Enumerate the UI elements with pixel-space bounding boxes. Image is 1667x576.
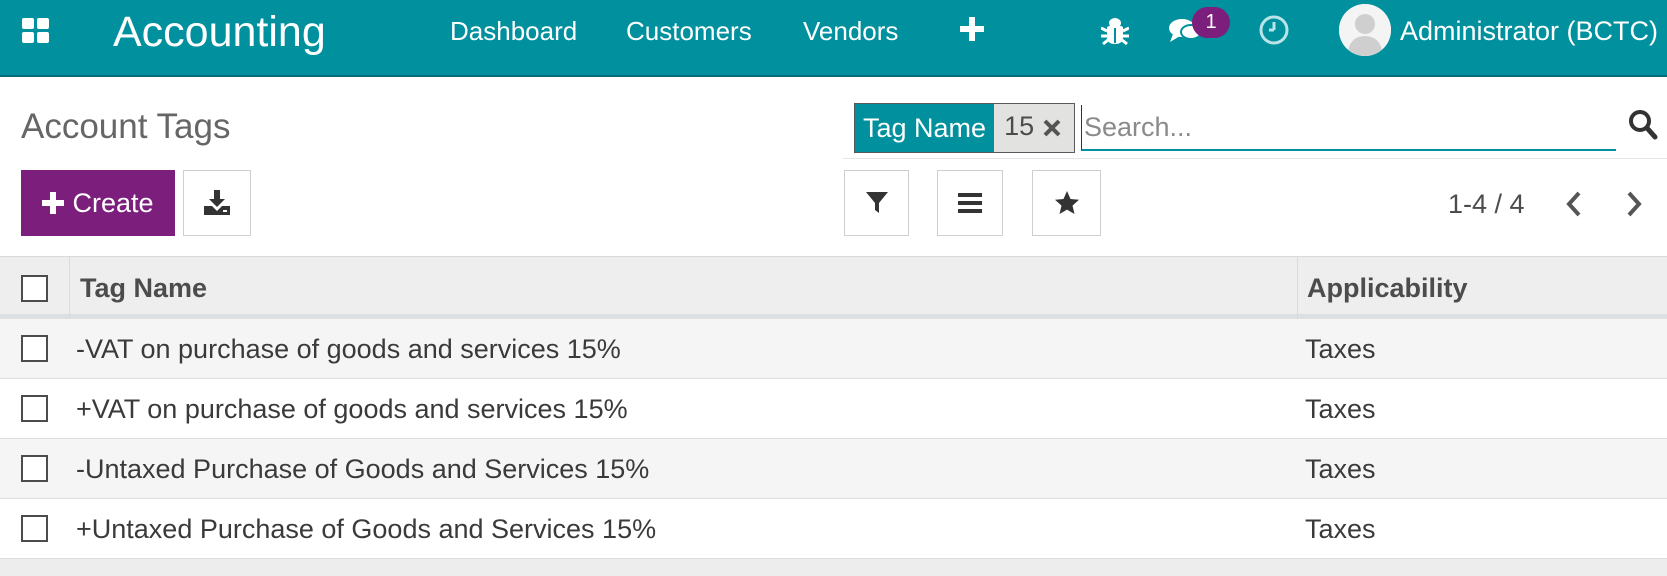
bars-icon [958, 192, 982, 214]
cell-applicability: Taxes [1305, 499, 1376, 559]
create-button-label: Create [72, 188, 153, 219]
cell-tag-name: -Untaxed Purchase of Goods and Services … [76, 439, 649, 499]
star-icon [1054, 190, 1080, 216]
cell-applicability: Taxes [1305, 439, 1376, 499]
clock-icon[interactable] [1258, 14, 1290, 46]
facet-value: 15 [994, 104, 1038, 152]
column-header-applicability[interactable]: Applicability [1307, 257, 1468, 319]
cell-tag-name: -VAT on purchase of goods and services 1… [76, 319, 621, 379]
facet-label: Tag Name [855, 104, 994, 152]
chevron-right-icon[interactable] [1620, 187, 1648, 221]
plus-icon[interactable] [960, 16, 984, 42]
cell-tag-name: +VAT on purchase of goods and services 1… [76, 379, 628, 439]
plus-icon [42, 192, 64, 214]
cell-applicability: Taxes [1305, 319, 1376, 379]
cell-tag-name: +Untaxed Purchase of Goods and Services … [76, 499, 656, 559]
download-icon [204, 190, 230, 216]
divider [843, 158, 1667, 159]
favorites-button[interactable] [1032, 170, 1101, 236]
search-facet: Tag Name 15 [854, 103, 1075, 153]
select-all-checkbox[interactable] [21, 275, 48, 302]
page-title: Account Tags [21, 105, 231, 149]
table-row[interactable]: -Untaxed Purchase of Goods and Services … [0, 439, 1667, 499]
search-icon[interactable] [1628, 109, 1658, 141]
search-input[interactable] [1081, 105, 1616, 151]
user-menu[interactable]: Administrator (BCTC) [1400, 14, 1658, 48]
pager-value[interactable]: 1-4 / 4 [1448, 187, 1525, 221]
control-panel: Account Tags Create Tag Name 15 [0, 77, 1667, 257]
messages-count-badge: 1 [1192, 7, 1230, 38]
avatar[interactable] [1339, 4, 1391, 56]
app-brand[interactable]: Accounting [113, 6, 326, 58]
chevron-left-icon[interactable] [1560, 187, 1588, 221]
row-checkbox[interactable] [21, 335, 48, 362]
table-row[interactable]: +Untaxed Purchase of Goods and Services … [0, 499, 1667, 559]
bug-icon[interactable] [1101, 14, 1129, 46]
header-checkbox-cell [0, 257, 70, 319]
filter-icon [866, 191, 888, 215]
apps-icon[interactable] [22, 18, 50, 44]
row-checkbox[interactable] [21, 515, 48, 542]
table-row[interactable]: -VAT on purchase of goods and services 1… [0, 319, 1667, 379]
table-row[interactable]: +VAT on purchase of goods and services 1… [0, 379, 1667, 439]
column-header-tag-name[interactable]: Tag Name [80, 257, 207, 319]
row-checkbox[interactable] [21, 395, 48, 422]
table-header: Tag Name Applicability [0, 257, 1667, 319]
tags-table: Tag Name Applicability -VAT on purchase … [0, 257, 1667, 559]
export-button[interactable] [183, 170, 251, 236]
cell-applicability: Taxes [1305, 379, 1376, 439]
menu-dashboard[interactable]: Dashboard [450, 14, 577, 48]
menu-vendors[interactable]: Vendors [803, 14, 898, 48]
filters-button[interactable] [844, 170, 909, 236]
close-icon[interactable] [1038, 104, 1066, 152]
create-button[interactable]: Create [21, 170, 175, 236]
row-checkbox[interactable] [21, 455, 48, 482]
group-by-button[interactable] [937, 170, 1003, 236]
column-divider [1297, 257, 1298, 319]
top-navbar: Accounting Dashboard Customers Vendors 1 [0, 0, 1667, 77]
menu-customers[interactable]: Customers [626, 14, 752, 48]
